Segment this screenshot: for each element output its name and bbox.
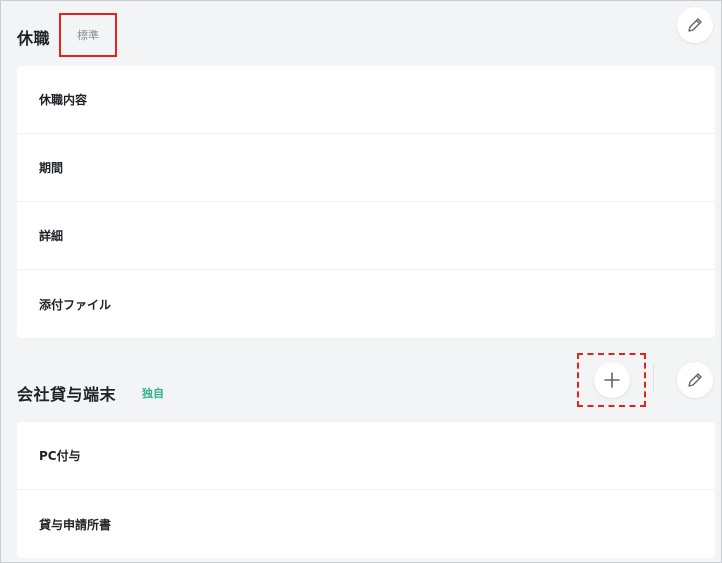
field-label: 休職内容 — [39, 93, 88, 107]
section-header-device: 会社貸与端末 独自 — [17, 377, 164, 409]
pencil-icon — [688, 18, 702, 32]
field-label: 添付ファイル — [39, 297, 112, 312]
field-row-leave-content[interactable]: 休職内容 — [17, 66, 715, 134]
section-title-leave: 休職 — [17, 29, 51, 48]
settings-panel: 休職 標準 休職内容 期間 詳細 添付ファイル 会社貸与端末 独自 PC付与 貸… — [0, 0, 722, 563]
field-row-pc-provision[interactable]: PC付与 — [17, 422, 715, 490]
field-label: 詳細 — [39, 229, 64, 243]
field-label: 期間 — [39, 161, 64, 175]
field-row-loan-application[interactable]: 貸与申請所書 — [17, 490, 715, 558]
section-title-device: 会社貸与端末 — [17, 385, 117, 404]
plus-icon — [604, 372, 620, 388]
edit-leave-button[interactable] — [677, 7, 713, 43]
edit-device-button[interactable] — [677, 362, 713, 398]
device-fields-card: PC付与 貸与申請所書 — [17, 422, 715, 558]
field-label: PC付与 — [39, 449, 81, 463]
field-row-period[interactable]: 期間 — [17, 134, 715, 202]
pencil-icon — [688, 373, 702, 387]
add-field-button[interactable] — [594, 362, 630, 398]
toolbar-divider — [653, 365, 654, 393]
section-header-leave: 休職 — [17, 21, 50, 53]
field-row-attachment[interactable]: 添付ファイル — [17, 270, 715, 338]
standard-badge-label: 標準 — [77, 29, 99, 42]
leave-fields-card: 休職内容 期間 詳細 添付ファイル — [17, 66, 715, 338]
field-row-details[interactable]: 詳細 — [17, 202, 715, 270]
field-label: 貸与申請所書 — [39, 517, 112, 532]
standard-badge: 標準 — [59, 13, 117, 57]
original-badge: 独自 — [142, 387, 165, 400]
